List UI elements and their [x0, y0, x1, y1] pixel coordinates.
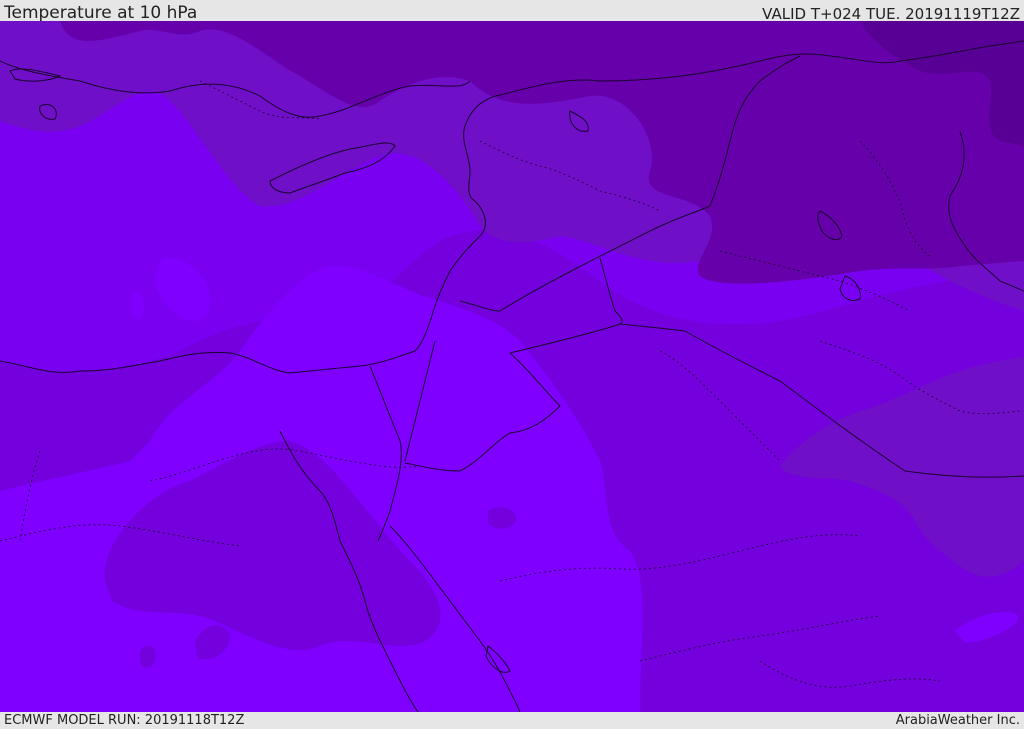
map-title: Temperature at 10 hPa — [4, 3, 198, 23]
footer-bar: ECMWF MODEL RUN: 20191118T12Z ArabiaWeat… — [0, 712, 1024, 729]
model-run-label: ECMWF MODEL RUN: 20191118T12Z — [4, 713, 245, 728]
credit-label: ArabiaWeather Inc. — [895, 713, 1020, 728]
header-bar: Temperature at 10 hPa VALID T+024 TUE. 2… — [0, 0, 1024, 23]
temperature-map — [0, 21, 1024, 712]
